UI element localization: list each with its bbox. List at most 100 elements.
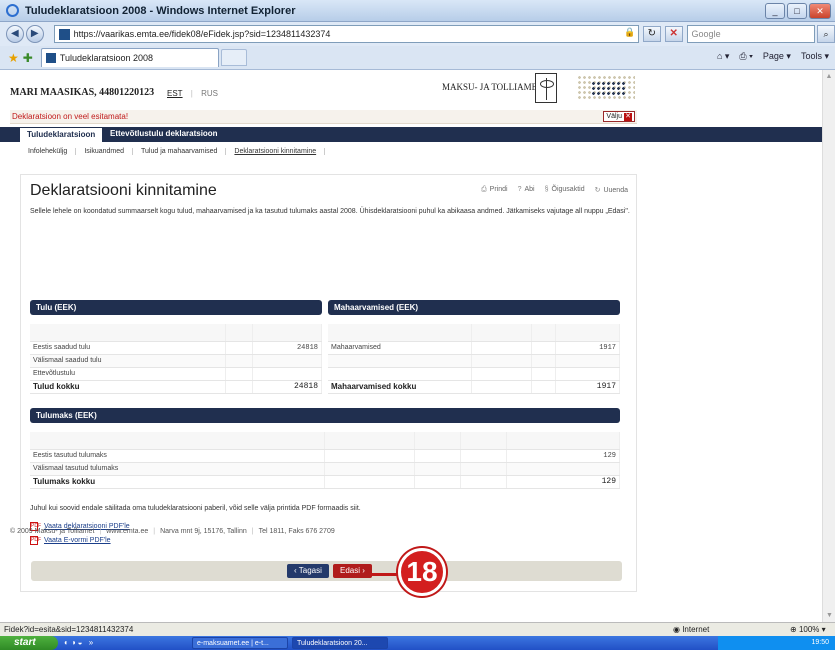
start-button[interactable]: start (0, 636, 58, 650)
new-tab-button[interactable] (220, 49, 247, 66)
tax-header: Tulumaks (EEK) (30, 408, 620, 423)
subnav-item-infoleht[interactable]: Infoleheküljg (20, 148, 77, 155)
zoom-icon: ⊕ (790, 625, 799, 634)
page-title: Deklaratsiooni kinnitamine (30, 182, 217, 199)
tax-row-value (506, 462, 620, 476)
scroll-down-icon[interactable]: ▼ (823, 609, 835, 622)
globe-icon: ◉ (673, 625, 683, 634)
deductions-row-value (555, 354, 620, 368)
add-favorite-icon[interactable]: ✚ (23, 51, 33, 65)
browser-tab[interactable]: Tuludeklaratsioon 2008 (40, 48, 219, 67)
tab-ettevotlustulu[interactable]: Ettevõtlustulu deklaratsioon (110, 129, 218, 138)
security-zone: ◉ Internet (673, 625, 709, 634)
refresh-icon[interactable]: ↻ (642, 26, 661, 42)
eform-pdf-link[interactable]: PDF Vaata E-vormi PDF'le (30, 536, 111, 545)
subnav-item-tulud[interactable]: Tulud ja mahaarvamised (133, 148, 227, 155)
help-label: Abi (524, 186, 535, 193)
legal-link[interactable]: § Õigusaktid (545, 186, 585, 194)
status-text: Fidek?id=esita&sid=1234811432374 (4, 625, 134, 634)
legal-label: Õigusaktid (551, 186, 585, 193)
close-window-button[interactable]: ✕ (809, 3, 831, 19)
page-footer: © 2009 Maksu- ja Tolliamet | www.emta.ee | N… (10, 528, 335, 535)
lang-rus-link[interactable]: RUS (201, 89, 218, 98)
back-arrow-icon[interactable]: ◀ (6, 25, 24, 43)
logo-emblem-icon (535, 73, 557, 103)
scroll-up-icon[interactable]: ▲ (823, 70, 835, 83)
tax-total-row: Tulumaks kokku 129 (30, 474, 620, 489)
income-table: Eestis saadud tulu 24818 Välismaal saadud… (30, 324, 322, 394)
address-bar-row: ◀ ▶ https://vaarikas.emta.ee/fidek08/eFi… (0, 22, 835, 46)
table-spacer-row (30, 324, 322, 342)
command-bar: ⌂ ▾ ⎙ ▾ Page ▾ Tools ▾ (717, 51, 829, 62)
maximize-button[interactable]: □ (787, 3, 807, 19)
tab-title: Tuludeklaratsioon 2008 (59, 53, 154, 63)
tools-menu[interactable]: Tools ▾ (801, 51, 829, 62)
income-row-value (252, 354, 322, 368)
not-submitted-notice: Deklaratsioon on veel esitamata! (12, 112, 129, 121)
print-link[interactable]: ⎙ Prindi (481, 186, 508, 194)
tab-tuludeklaratsioon[interactable]: Tuludeklaratsioon (20, 128, 103, 142)
intro-text: Sellele lehele on koondatud summaarselt … (30, 208, 630, 215)
taskbar-item-emaksuamet[interactable]: e-maksuamet.ee | e-t... (192, 637, 288, 649)
taskbar-item-tuludeklaratsioon[interactable]: Tuludeklaratsioon 20... (292, 637, 388, 649)
stop-icon[interactable]: ✕ (664, 26, 683, 42)
help-icon: ? (517, 186, 522, 193)
table-row: Välismaal tasutud tulumaks (30, 462, 620, 476)
income-row-value (252, 367, 322, 381)
deductions-total-label: Mahaarvamised kokku (328, 379, 473, 394)
back-button[interactable]: ‹ Tagasi (287, 564, 329, 578)
exit-button[interactable]: Välju ✕ (603, 111, 635, 122)
search-icon[interactable]: ⌕ (817, 25, 835, 43)
window-title: Tuludeklaratsioon 2008 - Windows Interne… (25, 4, 296, 17)
zoom-level[interactable]: ⊕ 100% ▾ (790, 625, 826, 634)
print-icon[interactable]: ⎙ ▾ (739, 51, 752, 62)
income-total-value: 24818 (252, 379, 322, 394)
next-button[interactable]: Edasi › (333, 564, 372, 578)
tab-favicon-icon (45, 53, 56, 63)
deductions-row-value (555, 367, 620, 381)
user-name: MARI MAASIKAS, 44801220123 (10, 87, 155, 98)
printer-icon: ⎙ (481, 186, 487, 193)
deductions-total-value: 1917 (555, 379, 620, 394)
subnav-item-isikuandmed[interactable]: Isikuandmed (76, 148, 134, 155)
footer-site-link[interactable]: www.emta.ee (106, 528, 148, 535)
page-viewport: MARI MAASIKAS, 44801220123 EST | RUS MAK… (0, 70, 822, 622)
system-tray: 19:50 (718, 636, 835, 650)
page-menu[interactable]: Page ▾ (763, 51, 791, 62)
table-row (328, 367, 620, 381)
page-tools: ⎙ Prindi ? Abi § Õigusaktid ↻ Uuenda (481, 186, 628, 194)
income-total-row: Tulud kokku 24818 (30, 379, 322, 394)
logo-text: MAKSU- JA TOLLIAMET (442, 82, 543, 92)
vertical-scrollbar[interactable]: ▲ ▼ (822, 70, 835, 622)
favorites-star-icon[interactable]: ★ (8, 51, 19, 65)
pdf-note: Juhul kui soovid endale säilitada oma tu… (30, 505, 361, 512)
lang-separator: | (190, 89, 193, 98)
site-favicon-icon (58, 28, 70, 40)
search-input[interactable]: Google (686, 25, 816, 43)
tax-total-value: 129 (506, 474, 620, 489)
forward-arrow-icon[interactable]: ▶ (25, 25, 44, 43)
income-row-label: Ettevõtlustulu (30, 367, 227, 381)
sub-nav: Infoleheküljg Isikuandmed Tulud ja mahaa… (20, 145, 637, 158)
lang-est-link[interactable]: EST (167, 89, 183, 98)
deductions-table: Mahaarvamised 1917 Mahaarvamised kokku 191… (328, 324, 620, 394)
close-icon: ✕ (624, 112, 632, 121)
table-row: Eestis saadud tulu 24818 (30, 341, 322, 355)
refresh-link[interactable]: ↻ Uuenda (595, 186, 628, 194)
pdf-icon: PDF (30, 536, 41, 545)
footer-phone: Tel 1811, Faks 676 2709 (258, 528, 335, 535)
tools-menu-label: Tools (800, 51, 822, 61)
lock-icon[interactable]: 🔒 (622, 27, 638, 41)
home-icon[interactable]: ⌂ ▾ (717, 51, 729, 62)
quick-launch[interactable]: ◐◑◒ » (64, 638, 95, 647)
help-link[interactable]: ? Abi (518, 186, 535, 194)
clock: 19:50 (811, 639, 829, 646)
address-field[interactable]: https://vaarikas.emta.ee/fidek08/eFidek.… (53, 25, 639, 43)
subnav-item-kinnitamine[interactable]: Deklaratsiooni kinnitamine (226, 148, 326, 155)
deductions-row-label (328, 367, 473, 381)
site-header: MARI MAASIKAS, 44801220123 EST | RUS MAK… (0, 70, 822, 107)
minimize-button[interactable]: _ (765, 3, 785, 19)
income-header: Tulu (EEK) (30, 300, 322, 315)
window-titlebar: Tuludeklaratsioon 2008 - Windows Interne… (0, 0, 835, 22)
deductions-total-row: Mahaarvamised kokku 1917 (328, 379, 620, 394)
